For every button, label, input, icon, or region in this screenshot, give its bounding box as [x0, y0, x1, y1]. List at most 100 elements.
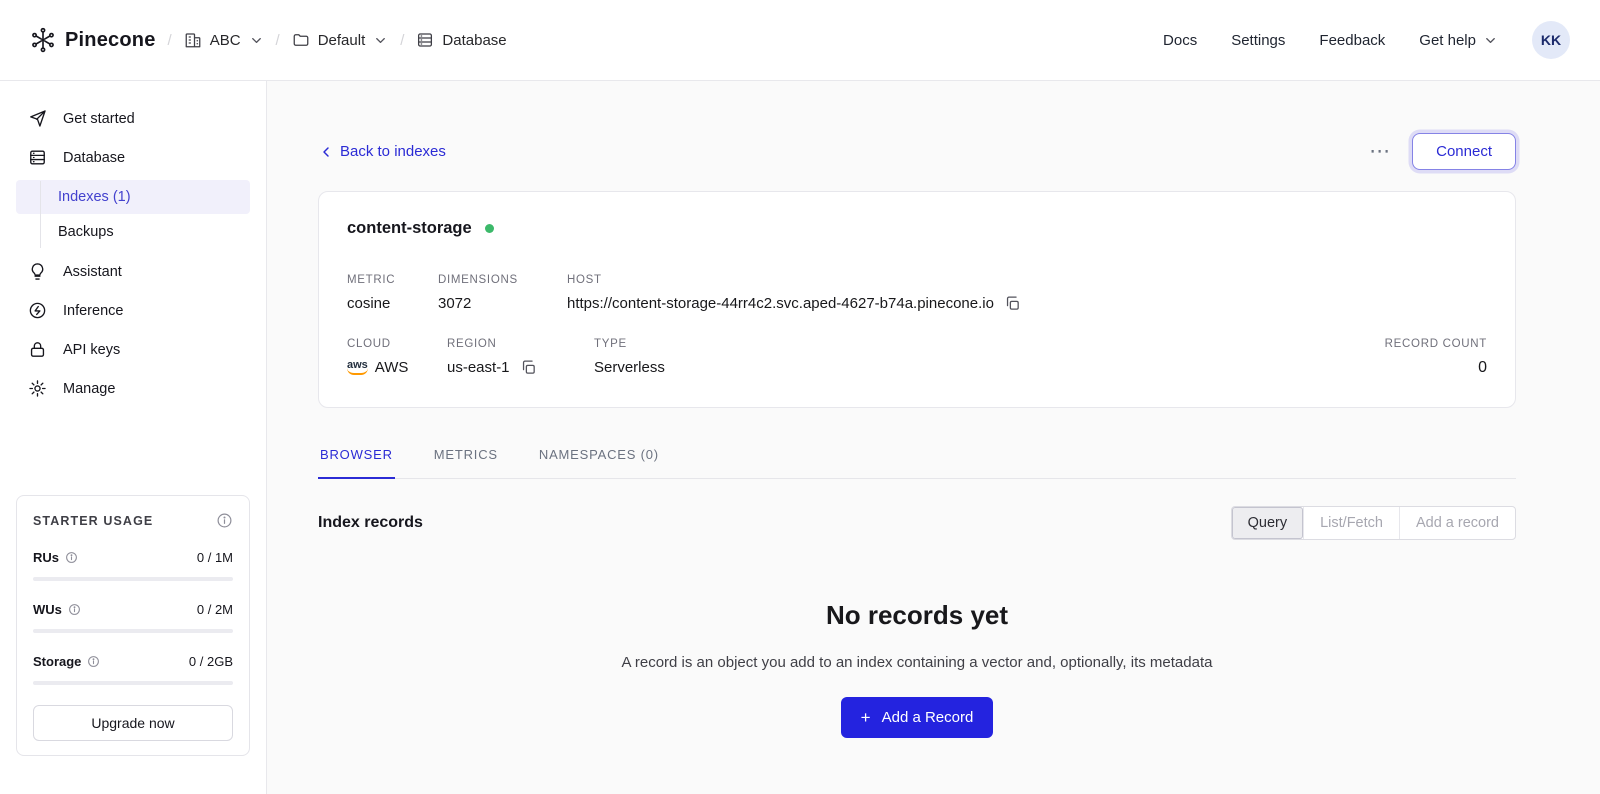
sidebar-item-label: Get started: [63, 110, 135, 127]
organization-icon: [184, 31, 202, 49]
region-field: REGION us-east-1: [447, 338, 594, 377]
sidebar-item-label: Assistant: [63, 263, 122, 280]
info-icon[interactable]: [87, 655, 100, 668]
usage-row-storage: Storage 0 / 2GB: [33, 654, 233, 685]
sidebar-item-database[interactable]: Database: [0, 138, 266, 177]
index-name: content-storage: [347, 219, 472, 237]
metric-label: METRIC: [347, 274, 396, 286]
empty-state-title: No records yet: [825, 600, 1009, 630]
empty-state: No records yet A record is an object you…: [318, 600, 1516, 738]
tab-browser[interactable]: BROWSER: [318, 437, 395, 479]
metric-value: cosine: [347, 295, 391, 312]
feedback-link[interactable]: Feedback: [1319, 32, 1385, 49]
metric-field: METRIC cosine: [347, 274, 438, 312]
segment-query[interactable]: Query: [1231, 507, 1304, 539]
sidebar-item-label: API keys: [63, 341, 121, 358]
segment-add-a-record[interactable]: Add a record: [1398, 507, 1515, 539]
brand-name: Pinecone: [65, 28, 156, 51]
sidebar-item-backups[interactable]: Backups: [16, 215, 250, 249]
copy-region-button[interactable]: [520, 359, 537, 376]
record-count-label: RECORD COUNT: [1384, 338, 1487, 350]
segment-list-fetch[interactable]: List/Fetch: [1303, 507, 1399, 539]
copy-icon: [520, 359, 537, 376]
region-label: REGION: [447, 338, 497, 350]
project-name: Default: [317, 31, 366, 49]
more-options-button[interactable]: ⋯: [1365, 137, 1394, 166]
cloud-value: AWS: [374, 359, 409, 376]
usage-value: 0 / 1M: [196, 550, 233, 565]
dimensions-label: DIMENSIONS: [438, 274, 518, 286]
avatar[interactable]: KK: [1532, 21, 1570, 59]
dimensions-field: DIMENSIONS 3072: [438, 274, 567, 312]
type-field: TYPE Serverless: [594, 338, 1385, 377]
tab-namespaces[interactable]: NAMESPACES (0): [537, 437, 661, 479]
info-icon[interactable]: [216, 512, 233, 529]
sidebar: Get started Database Indexes (1) Backups…: [0, 81, 267, 794]
copy-host-button[interactable]: [1004, 295, 1021, 312]
database-icon: [28, 148, 47, 167]
usage-row-rus: RUs 0 / 1M: [33, 550, 233, 581]
get-help-label: Get help: [1419, 31, 1476, 49]
sidebar-item-get-started[interactable]: Get started: [0, 99, 266, 138]
get-help-menu[interactable]: Get help: [1419, 32, 1498, 49]
top-navbar: Pinecone / ABC / Default / Database Docs…: [0, 0, 1600, 81]
usage-value: 0 / 2GB: [188, 654, 233, 669]
cloud-label: CLOUD: [347, 338, 391, 350]
breadcrumb-separator: /: [167, 31, 172, 49]
navbar-right: Docs Settings Feedback Get help KK: [1163, 21, 1570, 59]
cloud-field: CLOUD aws AWS: [347, 338, 447, 377]
info-icon[interactable]: [65, 551, 78, 564]
host-value: https://content-storage-44rr4c2.svc.aped…: [567, 295, 994, 312]
database-subnav: Indexes (1) Backups: [0, 179, 266, 250]
upgrade-now-button[interactable]: Upgrade now: [33, 705, 233, 741]
back-to-indexes-link[interactable]: Back to indexes: [318, 143, 446, 160]
org-selector[interactable]: ABC: [184, 31, 264, 49]
add-a-record-button[interactable]: + Add a Record: [840, 697, 994, 738]
copy-icon: [1004, 295, 1021, 312]
chevron-down-icon: [1483, 33, 1498, 48]
pinecone-logo[interactable]: Pinecone: [30, 27, 156, 53]
rocket-icon: [28, 109, 47, 128]
dimensions-value: 3072: [438, 295, 472, 312]
usage-progress-bar: [33, 629, 233, 633]
index-records-heading: Index records: [318, 514, 423, 531]
sidebar-item-indexes[interactable]: Indexes (1): [16, 180, 250, 214]
folder-icon: [292, 31, 310, 49]
plus-icon: +: [860, 708, 871, 727]
usage-progress-bar: [33, 681, 233, 685]
sidebar-item-inference[interactable]: Inference: [0, 291, 266, 330]
status-dot-icon: [484, 224, 494, 233]
type-value: Serverless: [594, 359, 665, 376]
sidebar-item-manage[interactable]: Manage: [0, 369, 266, 408]
project-selector[interactable]: Default: [292, 31, 389, 49]
type-label: TYPE: [594, 338, 627, 350]
lock-icon: [28, 340, 47, 359]
breadcrumb-separator: /: [400, 31, 405, 49]
index-summary-card: content-storage METRIC cosine DIMENSIONS…: [318, 191, 1516, 408]
breadcrumb-separator: /: [275, 31, 280, 49]
tab-metrics[interactable]: METRICS: [432, 437, 500, 479]
lightbulb-icon: [28, 262, 47, 281]
docs-link[interactable]: Docs: [1163, 32, 1197, 49]
record-count-value: 0: [1478, 359, 1487, 376]
chevron-down-icon: [373, 33, 388, 48]
pinecone-logo-icon: [30, 27, 56, 53]
aws-logo: aws: [347, 360, 368, 375]
sidebar-item-label: Database: [63, 149, 126, 166]
sidebar-item-api-keys[interactable]: API keys: [0, 330, 266, 369]
usage-row-wus: WUs 0 / 2M: [33, 602, 233, 633]
record-count-field: RECORD COUNT 0: [1385, 338, 1487, 377]
sidebar-item-assistant[interactable]: Assistant: [0, 252, 266, 291]
add-a-record-label: Add a Record: [881, 709, 974, 726]
usage-label: Storage: [33, 654, 82, 669]
usage-title: STARTER USAGE: [33, 513, 154, 528]
connect-button[interactable]: Connect: [1412, 133, 1516, 170]
usage-progress-bar: [33, 577, 233, 581]
breadcrumb-database[interactable]: Database: [416, 31, 507, 49]
database-icon: [416, 31, 434, 49]
settings-link[interactable]: Settings: [1231, 32, 1285, 49]
starter-usage-card: STARTER USAGE RUs 0 / 1M WUs 0 / 2M Stor…: [16, 495, 250, 756]
org-name: ABC: [209, 31, 241, 49]
index-tabs: BROWSER METRICS NAMESPACES (0): [318, 437, 1516, 479]
info-icon[interactable]: [68, 603, 81, 616]
